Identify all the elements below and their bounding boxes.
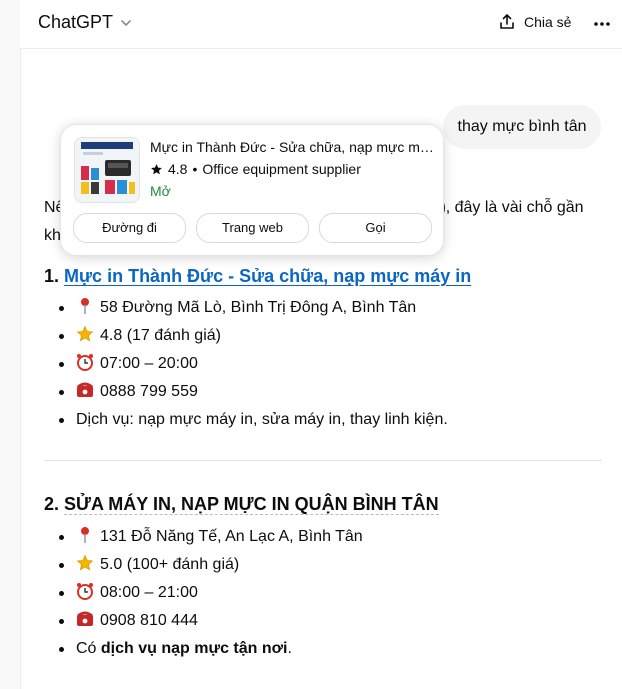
list-item: 5.0 (100+ đánh giá) xyxy=(44,551,363,579)
website-button[interactable]: Trang web xyxy=(196,213,309,243)
list-item: Có dịch vụ nạp mực tận nơi. xyxy=(44,635,363,663)
place-category: Office equipment supplier xyxy=(202,161,361,177)
chevron-down-icon xyxy=(121,19,131,26)
place-meta: 4.8 • Office equipment supplier xyxy=(150,161,361,177)
rating-text: 5.0 (100+ đánh giá) xyxy=(100,556,240,573)
app-title: ChatGPT xyxy=(38,12,114,32)
open-status: Mở xyxy=(150,183,171,199)
place-title[interactable]: Mực in Thành Đức - Sửa chữa, nạp mực má.… xyxy=(150,139,434,155)
result-details-2: 131 Đỗ Năng Tế, An Lạc A, Bình Tân 5.0 (… xyxy=(44,523,363,663)
more-options-icon[interactable] xyxy=(592,14,612,34)
list-item: Dịch vụ: nạp mực máy in, sửa máy in, tha… xyxy=(44,406,448,434)
list-item: 0908 810 444 xyxy=(44,607,363,635)
list-item: 131 Đỗ Năng Tế, An Lạc A, Bình Tân xyxy=(44,523,363,551)
result-link-1[interactable]: Mực in Thành Đức - Sửa chữa, nạp mực máy… xyxy=(64,266,471,286)
result-number: 1. xyxy=(44,266,60,286)
rating-text: 4.8 (17 đánh giá) xyxy=(100,327,221,344)
call-button[interactable]: Gọi xyxy=(319,213,432,243)
place-card[interactable]: Mực in Thành Đức - Sửa chữa, nạp mực má.… xyxy=(60,124,444,256)
result-heading-1: 1. Mực in Thành Đức - Sửa chữa, nạp mực … xyxy=(44,262,471,290)
star-icon xyxy=(76,554,94,571)
service-bold: dịch vụ nạp mực tận nơi xyxy=(100,640,288,657)
list-item: 58 Đường Mã Lò, Bình Trị Đông A, Bình Tâ… xyxy=(44,294,448,322)
model-selector[interactable]: ChatGPT xyxy=(38,12,133,33)
place-rating: 4.8 xyxy=(168,161,188,177)
section-divider xyxy=(44,460,602,461)
telephone-icon xyxy=(77,382,93,397)
intro-text-end: , đây là vài chỗ gần xyxy=(445,199,584,216)
alarm-clock-icon xyxy=(77,354,93,371)
hours-text: 07:00 – 20:00 xyxy=(100,355,198,372)
result-number: 2. xyxy=(44,494,60,514)
result-heading-2: 2. SỬA MÁY IN, NẠP MỰC IN QUẬN BÌNH TÂN xyxy=(44,490,439,518)
directions-button[interactable]: Đường đi xyxy=(73,213,186,243)
result-name-2[interactable]: SỬA MÁY IN, NẠP MỰC IN QUẬN BÌNH TÂN xyxy=(64,494,439,515)
address-text: 58 Đường Mã Lò, Bình Trị Đông A, Bình Tâ… xyxy=(100,299,417,316)
share-button[interactable]: Chia sẻ xyxy=(498,13,571,31)
star-icon xyxy=(76,325,94,342)
telephone-icon xyxy=(77,611,93,626)
pin-icon xyxy=(81,527,89,543)
service-suffix: . xyxy=(287,640,292,657)
list-item: 07:00 – 20:00 xyxy=(44,350,448,378)
list-item: 08:00 – 21:00 xyxy=(44,579,363,607)
share-icon xyxy=(500,14,514,29)
hours-text: 08:00 – 21:00 xyxy=(100,584,198,601)
meta-separator: • xyxy=(192,161,198,177)
place-actions: Đường đi Trang web Gọi xyxy=(73,213,432,243)
sidebar-rail xyxy=(0,0,21,689)
pin-icon xyxy=(81,298,89,314)
service-prefix: Có xyxy=(76,640,101,657)
top-bar: ChatGPT Chia sẻ xyxy=(20,0,622,49)
list-item: 4.8 (17 đánh giá) xyxy=(44,322,448,350)
user-message-bubble: thay mực bình tân xyxy=(443,105,601,149)
address-text: 131 Đỗ Năng Tế, An Lạc A, Bình Tân xyxy=(100,528,363,545)
result-details-1: 58 Đường Mã Lò, Bình Trị Đông A, Bình Tâ… xyxy=(44,294,448,434)
alarm-clock-icon xyxy=(77,583,93,600)
share-label: Chia sẻ xyxy=(524,14,572,30)
phone-text: 0888 799 559 xyxy=(100,383,198,400)
service-text: Dịch vụ: nạp mực máy in, sửa máy in, tha… xyxy=(76,411,448,428)
list-item: 0888 799 559 xyxy=(44,378,448,406)
place-thumbnail xyxy=(74,137,140,203)
star-icon xyxy=(151,163,162,174)
phone-text: 0908 810 444 xyxy=(100,612,198,629)
